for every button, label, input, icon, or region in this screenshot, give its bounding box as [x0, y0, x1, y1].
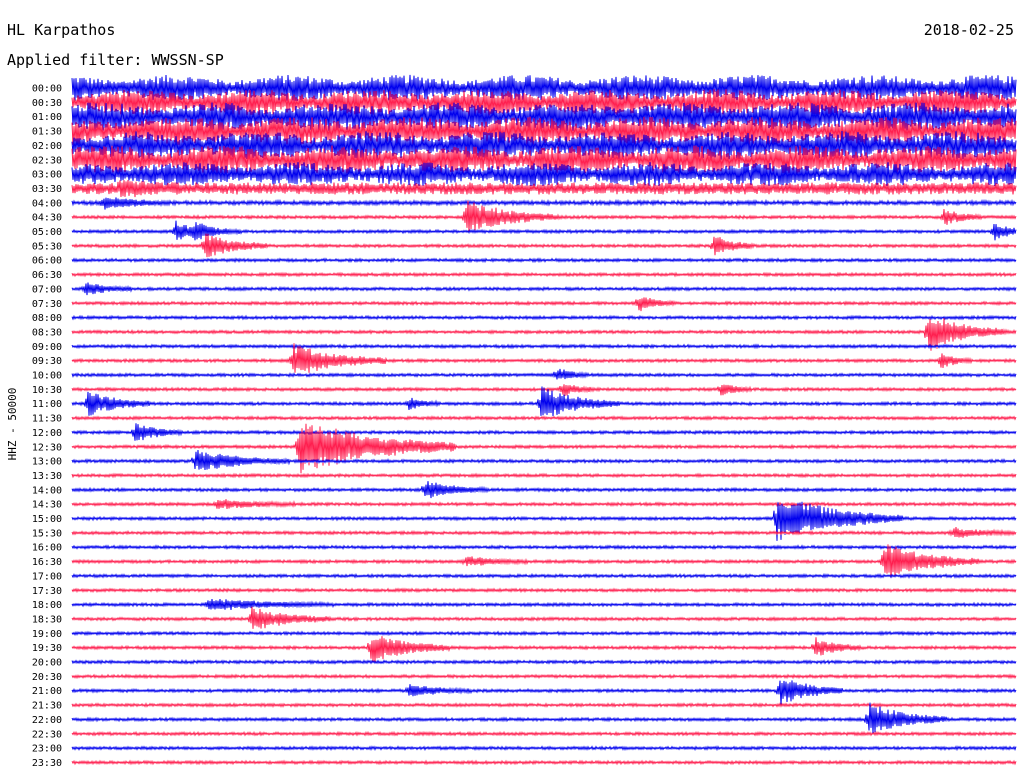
row-label: 13:30 [32, 471, 62, 482]
row-label: 16:30 [32, 557, 62, 568]
trace-row [71, 673, 1017, 680]
trace-row [71, 179, 1017, 198]
trace-row [71, 162, 1017, 187]
row-label: 14:00 [32, 485, 62, 496]
trace-row [71, 282, 1017, 296]
trace-row [71, 343, 1017, 373]
row-label: 19:00 [32, 629, 62, 640]
row-label: 21:30 [32, 701, 62, 712]
trace-row [71, 481, 1017, 499]
trace-row [71, 745, 1017, 752]
trace-row [71, 680, 1017, 706]
row-label: 07:30 [32, 299, 62, 310]
row-label: 13:00 [32, 457, 62, 468]
trace-row [71, 759, 1017, 766]
row-label: 18:00 [32, 600, 62, 611]
trace-row [71, 636, 1017, 663]
row-label: 10:00 [32, 371, 62, 382]
row-label: 06:30 [32, 270, 62, 281]
trace-row [71, 606, 1017, 629]
row-label: 01:30 [32, 127, 62, 138]
trace-row [71, 499, 1017, 510]
row-label: 23:00 [32, 744, 62, 755]
row-label: 10:30 [32, 385, 62, 396]
trace-row [71, 702, 1017, 734]
trace-row [71, 658, 1017, 666]
row-label: 06:00 [32, 256, 62, 267]
row-label: 17:00 [32, 571, 62, 582]
trace-row [71, 587, 1017, 594]
trace-row [71, 271, 1017, 278]
row-label: 12:00 [32, 428, 62, 439]
trace-row [71, 544, 1017, 579]
trace-row [71, 472, 1017, 479]
row-label: 20:30 [32, 672, 62, 683]
row-label: 17:30 [32, 586, 62, 597]
row-label: 00:30 [32, 98, 62, 109]
row-label: 08:00 [32, 313, 62, 324]
trace-row [71, 423, 1017, 441]
trace-row [71, 702, 1017, 708]
row-label: 20:00 [32, 658, 62, 669]
seismogram-plot: 00:00 00:30 01:00 01:30 02:00 02:30 03:00 03:30… [6, 74, 1017, 769]
row-label: 04:30 [32, 213, 62, 224]
trace-row [71, 501, 1017, 541]
row-label: 22:00 [32, 715, 62, 726]
trace-row [71, 544, 1017, 551]
seismic-traces [71, 74, 1017, 766]
row-label: 19:30 [32, 643, 62, 654]
trace-row [71, 197, 1017, 210]
row-label: 00:00 [32, 84, 62, 95]
row-label: 22:30 [32, 729, 62, 740]
row-label: 03:00 [32, 170, 62, 181]
row-label: 21:00 [32, 686, 62, 697]
row-label: 15:00 [32, 514, 62, 525]
row-label: 04:00 [32, 198, 62, 209]
trace-row [71, 527, 1017, 538]
row-label: 16:00 [32, 543, 62, 554]
y-axis-label: HHZ - 50000 [6, 388, 19, 461]
trace-row [71, 220, 1017, 241]
trace-row [71, 449, 1017, 471]
trace-row [71, 368, 1017, 380]
trace-row [71, 572, 1017, 579]
row-label: 11:30 [32, 414, 62, 425]
trace-row [71, 297, 1017, 312]
row-label: 02:00 [32, 141, 62, 152]
trace-row [71, 343, 1017, 350]
row-label: 05:30 [32, 241, 62, 252]
row-label: 09:30 [32, 356, 62, 367]
row-label: 02:30 [32, 155, 62, 166]
trace-row [71, 730, 1017, 737]
row-label: 15:30 [32, 528, 62, 539]
row-label: 08:30 [32, 327, 62, 338]
row-label: 18:30 [32, 614, 62, 625]
row-labels: 00:00 00:30 01:00 01:30 02:00 02:30 03:00 03:30… [32, 84, 62, 769]
row-label: 05:00 [32, 227, 62, 238]
row-label: 03:30 [32, 184, 62, 195]
row-label: 11:00 [32, 399, 62, 410]
trace-row [71, 314, 1017, 321]
row-label: 14:30 [32, 500, 62, 511]
row-label: 09:00 [32, 342, 62, 353]
trace-row [71, 415, 1017, 422]
row-label: 12:30 [32, 442, 62, 453]
trace-row [71, 233, 1017, 258]
row-label: 23:30 [32, 758, 62, 769]
trace-row [71, 386, 1017, 417]
trace-row [71, 257, 1017, 264]
trace-row [71, 599, 1017, 611]
row-label: 01:00 [32, 112, 62, 123]
trace-row [71, 630, 1017, 637]
row-label: 07:00 [32, 284, 62, 295]
